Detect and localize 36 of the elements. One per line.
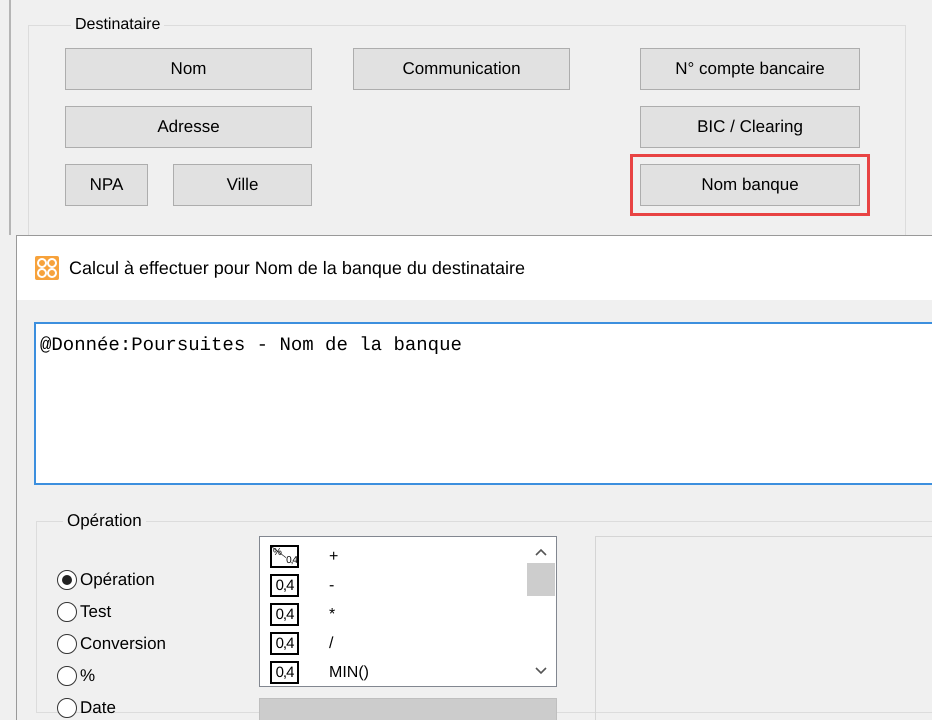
- radio-option[interactable]: Opération: [57, 564, 155, 596]
- radio-button-icon[interactable]: [57, 602, 77, 622]
- scrollbar-thumb[interactable]: [527, 563, 555, 596]
- field-button[interactable]: Adresse: [65, 106, 312, 148]
- scroll-up-icon[interactable]: [534, 547, 548, 557]
- field-button[interactable]: BIC / Clearing: [640, 106, 860, 148]
- radio-option[interactable]: Date: [57, 692, 116, 720]
- radio-button-icon[interactable]: [57, 570, 77, 590]
- number-icon: 0,4: [270, 574, 299, 597]
- radio-button-icon[interactable]: [57, 634, 77, 654]
- field-button[interactable]: NPA: [65, 164, 148, 206]
- list-item[interactable]: % 0,4 +: [270, 542, 338, 571]
- list-item[interactable]: 0,4 *: [270, 600, 336, 629]
- group-label: Destinataire: [74, 16, 162, 34]
- number-icon: 0,4: [270, 632, 299, 655]
- radio-option[interactable]: Conversion: [57, 628, 166, 660]
- list-item[interactable]: 0,4 -: [270, 571, 334, 600]
- group-label: Opération: [66, 511, 143, 531]
- window-title: Calcul à effectuer pour Nom de la banque du destinataire: [69, 258, 525, 278]
- list-item[interactable]: 0,4 /: [270, 629, 334, 658]
- percent-number-icon: % 0,4: [270, 545, 299, 568]
- scroll-down-icon[interactable]: [534, 666, 548, 676]
- number-icon: 0,4: [270, 661, 299, 684]
- field-button[interactable]: Ville: [173, 164, 312, 206]
- number-icon: 0,4: [270, 603, 299, 626]
- field-button[interactable]: Nom banque: [640, 164, 860, 206]
- field-button[interactable]: Communication: [353, 48, 570, 90]
- formula-input-field[interactable]: @Donnée:Poursuites - Nom de la banque: [34, 322, 932, 485]
- radio-button-icon[interactable]: [57, 666, 77, 686]
- radio-button-icon[interactable]: [57, 698, 77, 718]
- radio-option[interactable]: %: [57, 660, 96, 692]
- radio-option[interactable]: Test: [57, 596, 112, 628]
- app-logo-icon: [35, 256, 59, 280]
- field-button[interactable]: Nom: [65, 48, 312, 90]
- field-button[interactable]: N° compte bancaire: [640, 48, 860, 90]
- list-item[interactable]: 0,4 MIN(): [270, 658, 369, 686]
